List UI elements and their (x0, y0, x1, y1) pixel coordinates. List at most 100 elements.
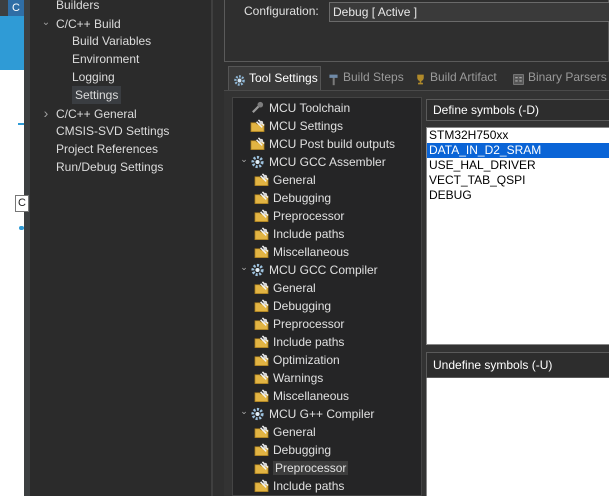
tool-tree-item-label: Miscellaneous (273, 389, 350, 403)
tool-tree-item-label: MCU Settings (269, 119, 344, 133)
define-symbol-item[interactable]: STM32H750xx (427, 128, 609, 143)
tool-tree-item-label: Debugging (273, 191, 332, 205)
tool-gear-icon (250, 407, 265, 421)
tool-tree-item-label: MCU G++ Compiler (269, 407, 375, 421)
tab-binary-parsers[interactable]: Binary Parsers (508, 66, 609, 90)
tool-tree-item-label: Preprocessor (273, 317, 345, 331)
folder-icon (254, 461, 269, 475)
tool-tree-item[interactable]: Include paths (254, 477, 344, 495)
tool-tree-item[interactable]: Debugging (254, 297, 331, 315)
define-symbols-list[interactable]: STM32H750xx DATA_IN_D2_SRAM USE_HAL_DRIVER… (426, 127, 609, 345)
tree-item[interactable]: Logging (72, 68, 115, 86)
tool-tree-item-label: Include paths (273, 479, 345, 493)
tab-build-steps[interactable]: Build Steps (323, 66, 408, 90)
tool-tree-item[interactable]: MCU Toolchain (238, 99, 350, 117)
tool-tree-item-label: Debugging (273, 443, 332, 457)
tool-tree-item[interactable]: Miscellaneous (254, 243, 349, 261)
tree-item-label: C/C++ Build (56, 17, 121, 31)
folder-icon (254, 425, 269, 439)
tool-tree-item[interactable]: Include paths (254, 225, 344, 243)
define-symbol-item[interactable]: VECT_TAB_QSPI (427, 173, 609, 188)
tool-tree-item[interactable]: Preprocessor (254, 207, 344, 225)
folder-icon (254, 245, 269, 259)
tool-tree-item[interactable]: Preprocessor (254, 459, 349, 477)
folder-icon (254, 173, 269, 187)
folder-icon (254, 299, 269, 313)
tool-tree-item-label: Preprocessor (273, 209, 345, 223)
tool-tree-item[interactable]: ⌄ MCU GCC Assembler (238, 153, 386, 171)
tree-item-label: Run/Debug Settings (56, 160, 164, 174)
tool-tree-item[interactable]: ⌄ MCU G++ Compiler (238, 405, 374, 423)
tree-item[interactable]: › C/C++ General (40, 104, 137, 122)
properties-tree: Builders ⌄ C/C++ Build Build Variables Envir… (36, 0, 206, 496)
tool-tree-item[interactable]: General (254, 171, 316, 189)
chevron-down-icon[interactable]: ⌄ (238, 405, 250, 417)
chevron-down-icon[interactable]: ⌄ (238, 153, 250, 165)
chevron-down-icon[interactable]: ⌄ (40, 14, 52, 32)
tool-tree-item-label: Miscellaneous (273, 245, 350, 259)
settings-tabs: Tool Settings Build Steps Build Artifact Bi… (224, 66, 609, 90)
tool-gear-icon (250, 155, 265, 169)
tree-item[interactable]: ⌄ C/C++ Build (40, 14, 121, 32)
tree-item[interactable]: CMSIS-SVD Settings (40, 122, 169, 140)
tool-tree-item-label: Preprocessor (273, 461, 349, 475)
chevron-right-icon[interactable]: › (40, 104, 52, 122)
tool-tree-item[interactable]: MCU Settings (238, 117, 343, 135)
tool-tree-item-label: Include paths (273, 335, 345, 349)
tab-tool-settings[interactable]: Tool Settings (228, 66, 321, 90)
undefine-symbols-list[interactable] (426, 378, 609, 496)
tool-tree-item-label: MCU GCC Compiler (269, 263, 378, 277)
toolchain-icon (250, 101, 265, 115)
tool-tree-item-label: Warnings (273, 371, 324, 385)
tool-tree-item[interactable]: Miscellaneous (254, 387, 349, 405)
tool-tree-item[interactable]: Include paths (254, 333, 344, 351)
hammer-icon (327, 71, 340, 86)
tree-item[interactable]: Settings (72, 86, 122, 104)
define-symbol-item[interactable]: DATA_IN_D2_SRAM (427, 143, 609, 158)
tool-tree-item[interactable]: ⌄ MCU GCC Compiler (238, 261, 378, 279)
tool-tree-item[interactable]: General (254, 279, 316, 297)
tool-tree-item[interactable]: Preprocessor (254, 315, 344, 333)
tree-item[interactable]: Build Variables (72, 32, 151, 50)
tool-tree-item-label: MCU GCC Assembler (269, 155, 386, 169)
tool-tree-item[interactable]: MCU Post build outputs (238, 135, 395, 153)
tool-tree-item[interactable]: Debugging (254, 441, 331, 459)
tool-tree-item[interactable]: General (254, 423, 316, 441)
tree-item-label: CMSIS-SVD Settings (56, 124, 170, 138)
tree-item[interactable]: Builders (40, 0, 99, 14)
editor-field-marker (19, 226, 24, 230)
folder-icon (254, 191, 269, 205)
tool-tree-item[interactable]: Optimization (254, 351, 340, 369)
tool-tree-item-label: MCU Post build outputs (269, 137, 396, 151)
tree-item-label: C/C++ General (56, 107, 137, 121)
folder-icon (254, 209, 269, 223)
tool-tree-item-label: Debugging (273, 299, 332, 313)
tree-item[interactable]: Environment (72, 50, 139, 68)
undefine-symbols-header: Undefine symbols (-U) (426, 352, 609, 378)
tool-tree-item-label: General (273, 281, 316, 295)
define-symbol-item[interactable]: USE_HAL_DRIVER (427, 158, 609, 173)
define-symbol-item[interactable]: DEBUG (427, 188, 609, 203)
tree-item[interactable]: Project References (40, 140, 158, 158)
chevron-down-icon[interactable]: ⌄ (238, 261, 250, 273)
tool-gear-icon (250, 263, 265, 277)
tree-item-label: Build Variables (72, 34, 152, 48)
tool-tree-item[interactable]: Debugging (254, 189, 331, 207)
folder-icon (254, 479, 269, 493)
tab-label: Build Steps (343, 70, 404, 84)
editor-tab-icon[interactable]: C (8, 0, 24, 16)
editor-marker (18, 123, 24, 125)
tool-tree-item-label: Optimization (273, 353, 340, 367)
tree-item[interactable]: Run/Debug Settings (40, 158, 163, 176)
editor-field[interactable]: C (15, 195, 29, 212)
binary-icon (512, 71, 525, 85)
tool-tree-item[interactable]: Warnings (254, 369, 323, 387)
left-editor-strip: C C (0, 0, 30, 496)
configuration-label: Configuration: (244, 4, 319, 18)
tree-item-label: Environment (72, 52, 140, 66)
tab-label: Build Artifact (430, 70, 497, 84)
folder-icon (254, 443, 269, 457)
tab-build-artifact[interactable]: Build Artifact (410, 66, 506, 90)
configuration-select[interactable]: Debug [ Active ] (329, 2, 609, 22)
tab-label: Binary Parsers (528, 70, 607, 84)
